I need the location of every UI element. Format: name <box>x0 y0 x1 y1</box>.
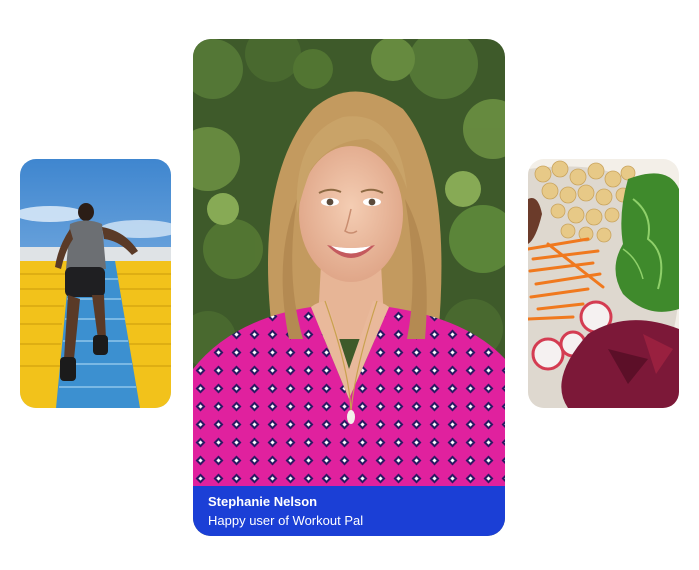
woman-portrait-image <box>193 39 505 536</box>
testimonial-name: Stephanie Nelson <box>208 494 318 509</box>
testimonial-card: Stephanie Nelson Happy user of Workout P… <box>193 39 505 536</box>
testimonial-caption: Stephanie Nelson Happy user of Workout P… <box>193 486 505 536</box>
food-bowl-image <box>528 159 679 408</box>
testimonial-subtitle: Happy user of Workout Pal <box>208 513 364 528</box>
runner-stadium-image <box>20 159 171 408</box>
food-bowl-image-card <box>528 159 679 408</box>
runner-image-card <box>20 159 171 408</box>
